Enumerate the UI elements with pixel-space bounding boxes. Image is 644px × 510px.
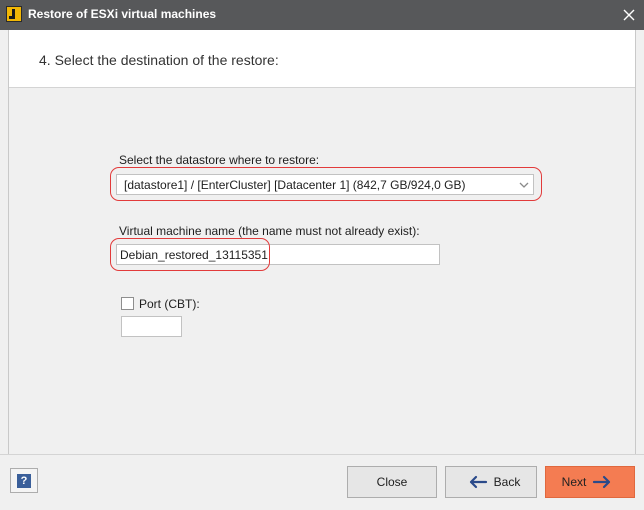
back-button-label: Back (493, 475, 521, 489)
window-title: Restore of ESXi virtual machines (28, 7, 217, 21)
next-button-label: Next (561, 475, 587, 489)
port-input[interactable] (121, 316, 182, 337)
arrow-right-icon (592, 475, 612, 489)
app-logo-icon (6, 6, 22, 22)
content-panel (8, 30, 636, 454)
close-button[interactable]: Close (347, 466, 437, 498)
arrow-left-icon (468, 475, 488, 489)
close-button-label: Close (376, 475, 408, 489)
back-button[interactable]: Back (445, 466, 537, 498)
title-bar: Restore of ESXi virtual machines (0, 0, 644, 30)
help-icon: ? (17, 473, 31, 488)
datastore-label: Select the datastore where to restore: (119, 153, 320, 167)
port-checkbox[interactable] (121, 297, 134, 310)
step-header: 4. Select the destination of the restore… (9, 30, 635, 88)
datastore-highlight (110, 167, 542, 201)
next-button[interactable]: Next (545, 466, 635, 498)
vm-name-highlight (110, 238, 270, 271)
help-button[interactable]: ? (10, 468, 38, 493)
port-label: Port (CBT): (139, 297, 200, 311)
close-icon[interactable] (614, 0, 644, 30)
step-title: 4. Select the destination of the restore… (39, 52, 279, 68)
vm-name-label: Virtual machine name (the name must not … (119, 224, 420, 238)
footer-divider (0, 454, 644, 455)
